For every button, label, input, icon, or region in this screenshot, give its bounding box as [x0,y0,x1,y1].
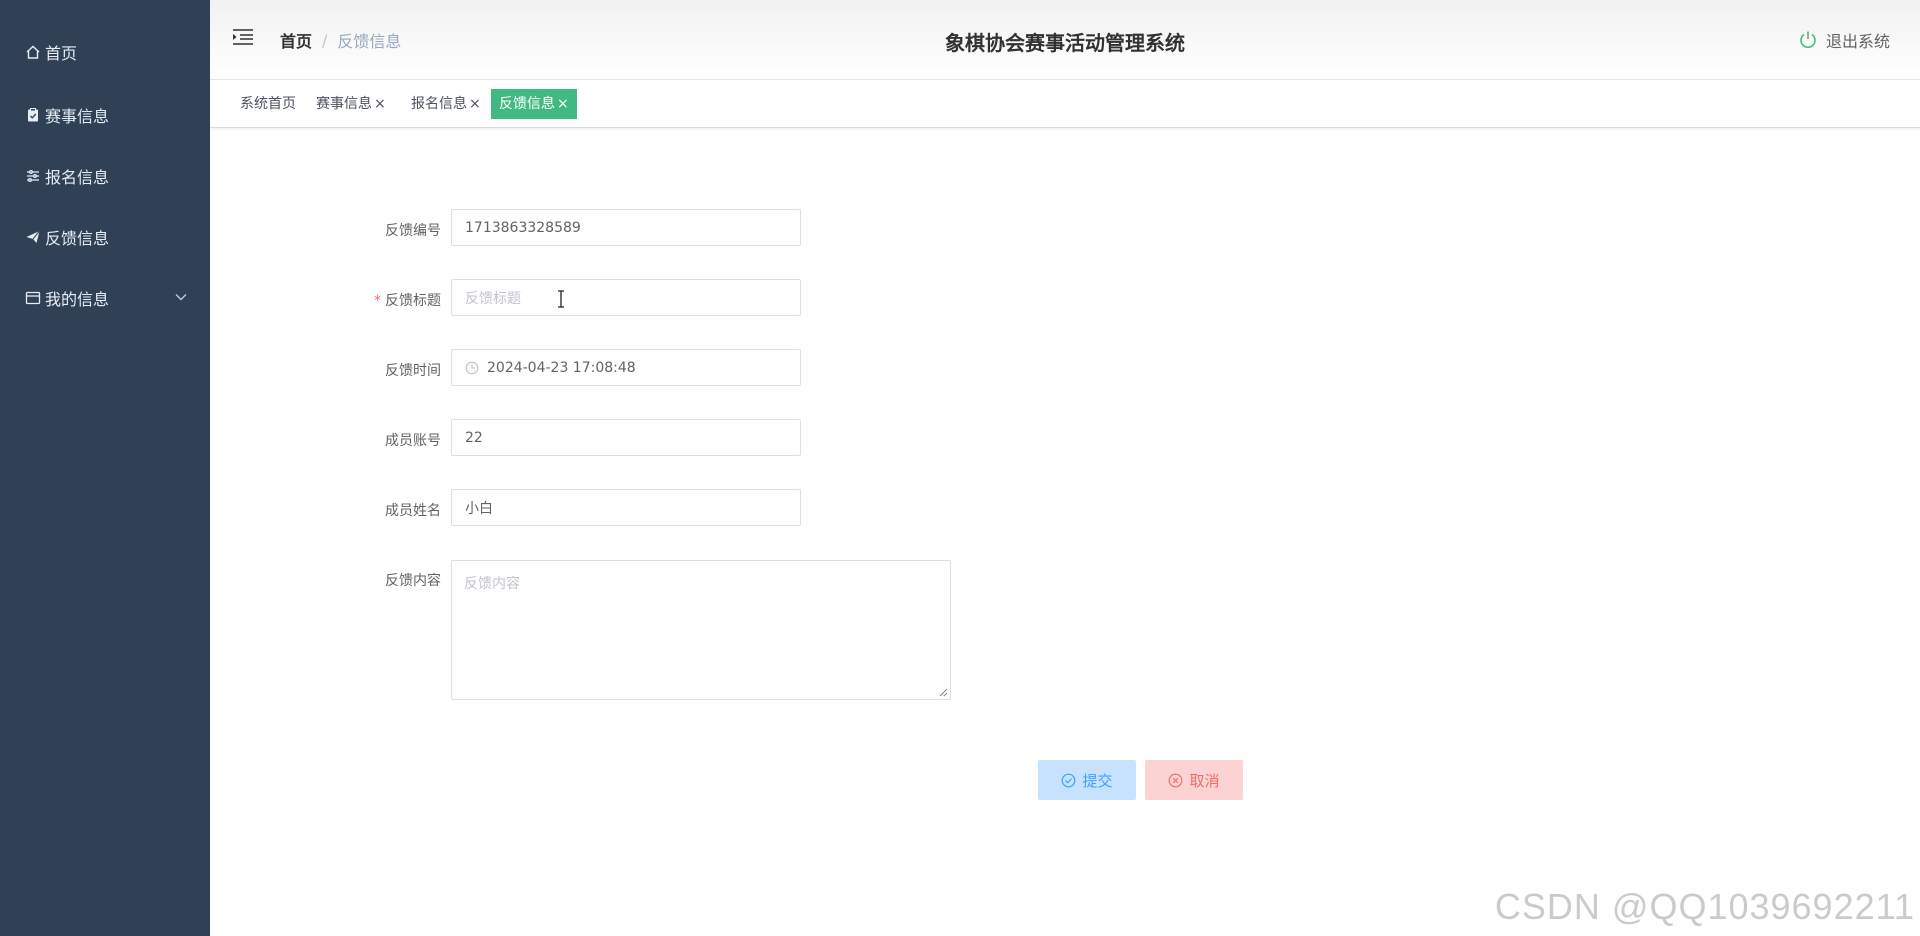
member-account-value: 22 [465,429,483,446]
member-name-label: 成员姓名 [385,503,441,519]
sidebar-item-feedback[interactable]: 反馈信息 [0,217,210,257]
submit-label: 提交 [1082,771,1113,790]
tags-view-bar: 系统首页 赛事信息 × 报名信息 × 反馈信息 × [210,80,1920,128]
window-icon [24,289,42,307]
tag-label: 报名信息 [411,96,467,112]
tag-events[interactable]: 赛事信息 × [306,89,392,119]
tag-label: 系统首页 [240,96,296,112]
feedback-title-placeholder: 反馈标题 [465,290,521,307]
feedback-title-label: * 反馈标题 [241,290,441,310]
tag-home[interactable]: 系统首页 [210,89,302,119]
sidebar-item-profile[interactable]: 我的信息 [0,278,210,318]
close-circle-icon [1169,773,1183,787]
feedback-time-picker[interactable]: 2024-04-23 17:08:48 [451,349,801,386]
submit-button[interactable]: 提交 [1038,760,1136,800]
sidebar-item-label: 我的信息 [45,290,110,309]
required-mark: * [374,293,381,309]
clock-icon [465,361,479,374]
watermark: CSDN @QQ1039692211 [1494,886,1915,927]
sidebar-item-events[interactable]: 赛事信息 [0,95,210,135]
feedback-content-textarea[interactable]: 反馈内容 [451,560,951,700]
tag-registration[interactable]: 报名信息 × [401,89,487,119]
sidebar-item-label: 赛事信息 [45,107,110,126]
sidebar-item-registration[interactable]: 报名信息 [0,156,210,196]
feedback-no-label: 反馈编号 [385,223,441,239]
member-account-field[interactable]: 22 [451,419,801,456]
logout-button[interactable]: 退出系统 [1798,28,1890,52]
power-icon [1800,31,1816,48]
close-icon[interactable]: × [557,96,569,112]
feedback-title-label-text: 反馈标题 [385,293,441,309]
close-icon[interactable]: × [469,96,481,112]
feedback-content-label: 反馈内容 [385,573,441,589]
tag-label: 赛事信息 [316,96,372,112]
send-icon [24,228,42,246]
feedback-time-value: 2024-04-23 17:08:48 [487,359,636,376]
sliders-icon [24,167,42,185]
resize-handle-icon[interactable] [939,688,948,697]
clipboard-icon [24,106,42,124]
cancel-label: 取消 [1189,771,1220,790]
tag-label: 反馈信息 [499,96,555,112]
feedback-time-label: 反馈时间 [385,363,441,379]
member-name-field[interactable]: 小白 [451,489,801,526]
sidebar-item-home[interactable]: 首页 [0,32,210,72]
system-title: 象棋协会赛事活动管理系统 [945,31,1185,55]
check-circle-icon [1062,773,1076,787]
feedback-title-input[interactable]: 反馈标题 [451,279,801,316]
chevron-down-icon[interactable] [174,290,188,304]
sidebar: 首页 赛事信息 报名信息 反馈信息 我的信息 [0,0,210,936]
top-header: 首页 / 反馈信息 象棋协会赛事活动管理系统 退出系统 [210,0,1920,80]
sidebar-item-label: 反馈信息 [45,229,110,248]
feedback-no-value: 1713863328589 [465,219,581,236]
sidebar-item-label: 报名信息 [45,168,110,187]
feedback-content-placeholder: 反馈内容 [464,576,520,592]
feedback-no-field[interactable]: 1713863328589 [451,209,801,246]
cancel-button[interactable]: 取消 [1145,760,1243,800]
sidebar-item-label: 首页 [45,44,78,63]
home-icon [24,43,42,61]
tag-feedback[interactable]: 反馈信息 × [491,89,577,119]
member-account-label: 成员账号 [385,433,441,449]
close-icon[interactable]: × [374,96,386,112]
logout-label: 退出系统 [1825,32,1890,51]
text-cursor-icon [558,290,564,308]
member-name-value: 小白 [465,500,493,517]
